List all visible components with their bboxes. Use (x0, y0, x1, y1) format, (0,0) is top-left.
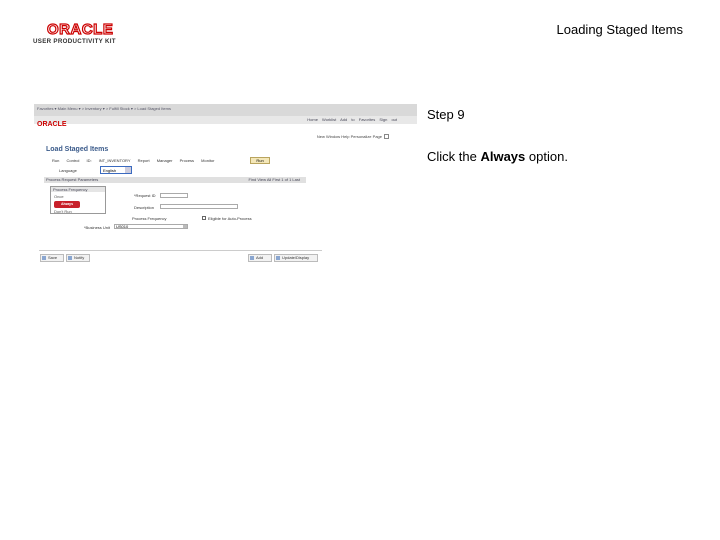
screenshot-breadcrumbs: Favorites ▾ Main Menu ▾ > Inventory ▾ > … (37, 106, 171, 111)
screenshot-logo: ORACLE (37, 121, 67, 128)
screenshot-dropdown-header: Process Frequency (51, 187, 105, 192)
screenshot-update-button: Update/Display (274, 254, 318, 262)
screenshot-section-title: Process Request Parameters (46, 177, 99, 182)
notify-icon (68, 256, 72, 260)
step-instruction: Click the Always option. (427, 149, 568, 164)
dropdown-option-once[interactable]: Once (54, 194, 64, 199)
screenshot-nav-bar: Home Worklist Add to Favorites Sign out (34, 116, 417, 124)
screenshot-auto-process-label: Eligible for Auto-Process (208, 216, 252, 221)
screenshot-page-title: Load Staged Items (46, 146, 109, 153)
screenshot-business-unit-field: US010 (114, 224, 188, 229)
update-icon (276, 256, 280, 260)
instruction-suffix: option. (525, 149, 568, 164)
screenshot-notify-button: Notify (66, 254, 90, 262)
screenshot-run-control-row: Run Control ID: INT_INVENTORY Report Man… (52, 158, 215, 163)
screenshot-notify-label: Notify (74, 255, 85, 260)
screenshot-frequency-dropdown: Process Frequency Once Always Don't Run (50, 186, 106, 214)
screenshot-nav-links: Home Worklist Add to Favorites Sign out (307, 117, 397, 122)
instruction-prefix: Click the (427, 149, 481, 164)
screenshot-help-icon (384, 134, 389, 140)
oracle-upk-logo: ORACLE USER PRODUCTIVITY KIT (33, 21, 128, 48)
dropdown-option-always[interactable]: Always (54, 201, 80, 208)
screenshot-section-bar: Process Request Parameters Find View All… (44, 177, 306, 183)
screenshot-business-unit-value: US010 (116, 224, 129, 229)
screenshot-language-value: English (103, 168, 117, 173)
screenshot-field-arrow-icon (183, 225, 187, 228)
dropdown-option-dont-run[interactable]: Don't Run (54, 209, 72, 214)
screenshot-language-label: Language (59, 168, 77, 173)
logo-brand: ORACLE (46, 21, 114, 38)
page-title: Loading Staged Items (556, 22, 683, 37)
screenshot-update-label: Update/Display (282, 255, 310, 260)
application-screenshot: Favorites ▾ Main Menu ▾ > Inventory ▾ > … (34, 104, 417, 264)
screenshot-section-nav: Find View All First 1 of 1 Last (248, 177, 300, 182)
logo-tagline: USER PRODUCTIVITY KIT (33, 38, 116, 45)
screenshot-divider (39, 250, 322, 251)
screenshot-description-field (160, 204, 238, 209)
screenshot-breadcrumb-bar: Favorites ▾ Main Menu ▾ > Inventory ▾ > … (34, 104, 417, 116)
screenshot-select-arrow-icon (125, 167, 131, 173)
screenshot-toolbar: New Window Help Personalize Page (316, 134, 389, 140)
screenshot-toolbar-links: New Window Help Personalize Page (316, 134, 382, 139)
screenshot-language-select: English (100, 166, 132, 174)
screenshot-auto-process-checkbox (202, 216, 206, 220)
screenshot-description-label: Description (134, 205, 155, 210)
screenshot-request-id-label: *Request ID (134, 193, 156, 198)
screenshot-save-label: Save (48, 255, 58, 260)
screenshot-run-button: Run (250, 157, 270, 164)
screenshot-business-unit-label: *Business Unit (84, 225, 111, 230)
screenshot-save-button: Save (40, 254, 64, 262)
screenshot-add-label: Add (256, 255, 264, 260)
screenshot-add-button: Add (248, 254, 272, 262)
instruction-target: Always (480, 149, 526, 164)
step-number: Step 9 (427, 107, 465, 122)
screenshot-request-id-field (160, 193, 188, 198)
save-icon (42, 256, 46, 260)
screenshot-frequency-label: Process Frequency (132, 216, 167, 221)
add-icon (250, 256, 254, 260)
